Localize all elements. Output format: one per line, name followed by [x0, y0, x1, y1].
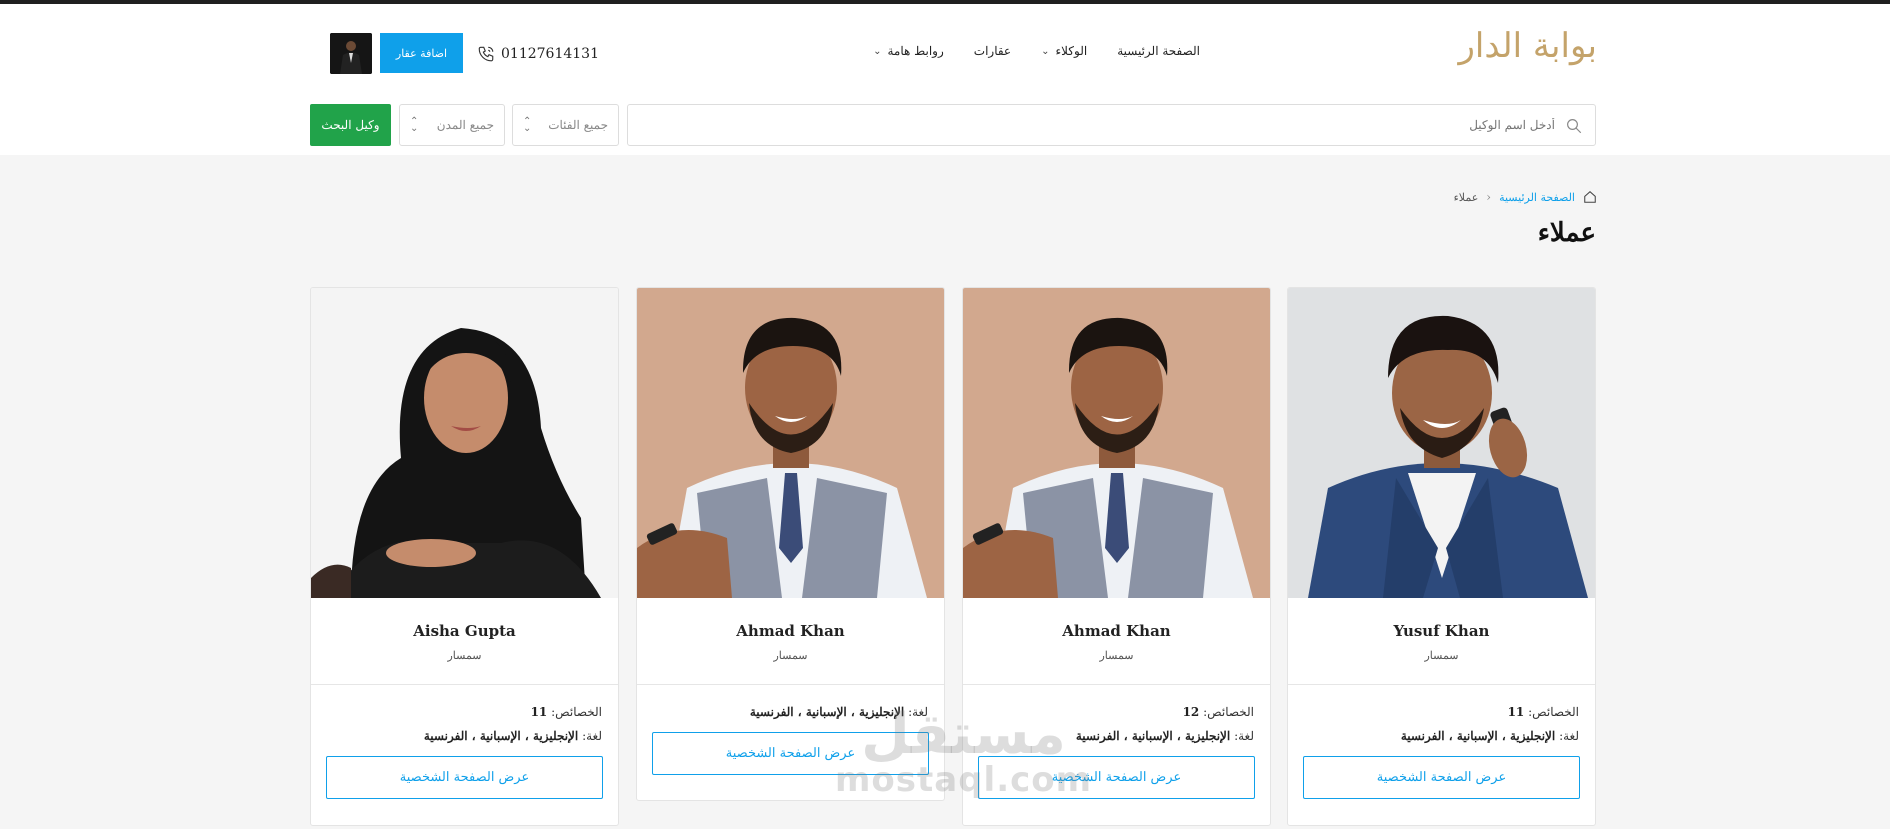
agent-name: Aisha Gupta — [413, 622, 516, 640]
category-select[interactable]: جميع الفئات ⌃ ⌄ — [512, 104, 619, 146]
nav-item-label: روابط هامة — [887, 44, 944, 58]
agent-photo[interactable] — [311, 288, 618, 598]
agent-search-input[interactable] — [675, 105, 1555, 145]
main-nav: الصفحة الرئيسية الوكلاء ⌄ عقارات روابط ه… — [860, 38, 1200, 64]
card-divider — [637, 684, 944, 685]
languages-value: الإنجليزية ، الإسبانية ، الفرنسية — [423, 729, 579, 743]
view-profile-button[interactable]: عرض الصفحة الشخصية — [326, 756, 603, 799]
user-avatar-image — [330, 33, 372, 74]
view-profile-button[interactable]: عرض الصفحة الشخصية — [652, 732, 929, 775]
languages-value: الإنجليزية ، الإسبانية ، الفرنسية — [749, 705, 905, 719]
city-select-value: جميع المدن — [436, 118, 494, 132]
view-profile-button[interactable]: عرض الصفحة الشخصية — [1303, 756, 1580, 799]
languages-row: لغة: الإنجليزية ، الإسبانية ، الفرنسية — [1400, 729, 1579, 743]
agent-card: Yusuf Khan سمسار الخصائص: 11 لغة: الإنجل… — [1287, 287, 1596, 826]
breadcrumb-current: عملاء — [1453, 190, 1479, 204]
nav-item-label: الصفحة الرئيسية — [1117, 44, 1200, 58]
nav-item-properties[interactable]: عقارات — [974, 44, 1011, 58]
properties-row: الخصائص: 11 — [1507, 705, 1579, 719]
page-title: عملاء — [1537, 218, 1596, 248]
search-agent-button[interactable]: وكيل البحث — [310, 104, 391, 146]
agent-meta: الخصائص: 11 لغة: الإنجليزية ، الإسبانية … — [311, 705, 618, 743]
languages-row: لغة: الإنجليزية ، الإسبانية ، الفرنسية — [423, 729, 602, 743]
phone-link[interactable]: 01127614131 — [477, 44, 599, 64]
agent-role: سمسار — [1099, 649, 1134, 662]
properties-row: الخصائص: 12 — [1182, 705, 1254, 719]
nav-item-home[interactable]: الصفحة الرئيسية — [1117, 44, 1200, 58]
city-select[interactable]: جميع المدن ⌃ ⌄ — [399, 104, 505, 146]
phone-icon — [478, 46, 494, 62]
agent-card: Ahmad Khan سمسار الخصائص: 12 لغة: الإنجل… — [962, 287, 1271, 826]
phone-number: 01127614131 — [501, 46, 599, 62]
languages-value: الإنجليزية ، الإسبانية ، الفرنسية — [1075, 729, 1231, 743]
agent-photo[interactable] — [637, 288, 944, 598]
agent-card: Aisha Gupta سمسار الخصائص: 11 لغة: الإنج… — [310, 287, 619, 826]
breadcrumb-home-link[interactable]: الصفحة الرئيسية — [1499, 191, 1575, 204]
agent-meta: الخصائص: 11 لغة: الإنجليزية ، الإسبانية … — [1288, 705, 1595, 743]
card-divider — [963, 684, 1270, 685]
agent-role: سمسار — [773, 649, 808, 662]
chevron-down-icon: ⌄ — [873, 45, 882, 57]
nav-item-links[interactable]: روابط هامة ⌄ — [873, 44, 944, 58]
category-select-value: جميع الفئات — [548, 118, 608, 132]
agent-role: سمسار — [447, 649, 482, 662]
avatar[interactable] — [330, 33, 372, 74]
agent-meta: الخصائص: 12 لغة: الإنجليزية ، الإسبانية … — [963, 705, 1270, 743]
updown-icon: ⌃ ⌄ — [523, 116, 532, 134]
properties-count: 12 — [1182, 705, 1200, 719]
properties-count: 11 — [530, 705, 548, 719]
nav-item-label: الوكلاء — [1055, 44, 1088, 58]
search-icon — [1567, 119, 1582, 134]
nav-item-agents[interactable]: الوكلاء ⌄ — [1041, 44, 1087, 58]
agent-name: Ahmad Khan — [736, 622, 845, 640]
languages-row: لغة: الإنجليزية ، الإسبانية ، الفرنسية — [1075, 729, 1254, 743]
agent-card: Ahmad Khan سمسار لغة: الإنجليزية ، الإسب… — [636, 287, 945, 801]
updown-icon: ⌃ ⌄ — [410, 116, 419, 134]
search-field[interactable] — [627, 104, 1596, 146]
nav-item-label: عقارات — [973, 44, 1012, 58]
languages-value: الإنجليزية ، الإسبانية ، الفرنسية — [1400, 729, 1556, 743]
logo-text: بوابة الدار — [1458, 26, 1599, 66]
home-icon[interactable] — [1583, 190, 1597, 204]
agent-name: Yusuf Khan — [1393, 622, 1490, 640]
languages-row: لغة: الإنجليزية ، الإسبانية ، الفرنسية — [749, 705, 928, 719]
agent-photo[interactable] — [1288, 288, 1595, 598]
properties-row: الخصائص: 11 — [530, 705, 602, 719]
site-logo[interactable]: بوابة الدار — [1458, 24, 1599, 74]
breadcrumb: الصفحة الرئيسية ‹ عملاء — [1450, 189, 1597, 205]
add-property-button[interactable]: اضافة عقار — [380, 33, 463, 73]
chevron-left-icon: ‹ — [1486, 190, 1492, 204]
view-profile-button[interactable]: عرض الصفحة الشخصية — [978, 756, 1255, 799]
properties-count: 11 — [1507, 705, 1525, 719]
chevron-down-icon: ⌄ — [1041, 45, 1050, 57]
agent-name: Ahmad Khan — [1062, 622, 1171, 640]
agent-role: سمسار — [1424, 649, 1459, 662]
card-divider — [311, 684, 618, 685]
agent-meta: لغة: الإنجليزية ، الإسبانية ، الفرنسية — [637, 705, 944, 719]
card-divider — [1288, 684, 1595, 685]
agent-photo[interactable] — [963, 288, 1270, 598]
